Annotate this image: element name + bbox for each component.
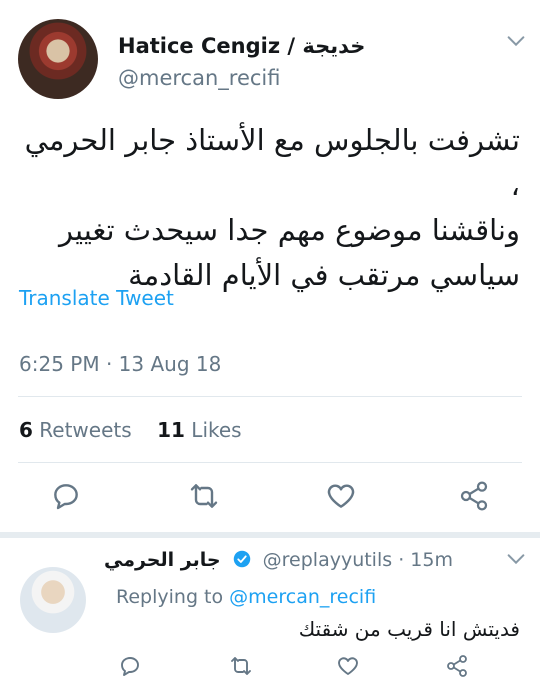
dot-separator: ·: [398, 549, 411, 571]
reply-handle[interactable]: @replayyutils: [263, 549, 393, 571]
heart-icon[interactable]: [336, 654, 360, 678]
reply-actions: [0, 654, 540, 686]
display-name[interactable]: Hatice Cengiz / خديجة: [118, 34, 365, 62]
retweets-count[interactable]: 6: [19, 418, 33, 442]
avatar[interactable]: [20, 567, 86, 633]
reply-age: 15m: [410, 549, 453, 571]
divider: [18, 396, 522, 397]
tweet-text: تشرفت بالجلوس مع الأستاذ جابر الحرمي ، و…: [20, 118, 520, 298]
retweet-icon[interactable]: [188, 480, 220, 512]
retweet-icon[interactable]: [229, 654, 253, 678]
chevron-down-icon[interactable]: [505, 30, 527, 52]
reply-display-name[interactable]: جابر الحرمي: [104, 549, 221, 571]
chevron-down-icon[interactable]: [505, 548, 527, 570]
avatar[interactable]: [18, 19, 98, 99]
retweets-label[interactable]: Retweets: [39, 418, 131, 442]
divider: [18, 462, 522, 463]
tweet-actions: [0, 480, 540, 516]
share-icon[interactable]: [445, 654, 469, 678]
timestamp[interactable]: 6:25 PM · 13 Aug 18: [19, 352, 221, 376]
reply-text: فديتش انا قريب من شقتك: [298, 617, 520, 641]
replying-to: Replying to @mercan_recifi: [116, 586, 376, 608]
share-icon[interactable]: [458, 480, 490, 512]
reply-tweet[interactable]: جابر الحرمي @replayyutils · 15m Replying…: [0, 538, 540, 694]
likes-label[interactable]: Likes: [191, 418, 241, 442]
reply-icon[interactable]: [118, 654, 142, 678]
verified-badge-icon: [233, 550, 251, 568]
handle[interactable]: @mercan_recifi: [118, 66, 280, 90]
replying-to-handle[interactable]: @mercan_recifi: [229, 586, 376, 608]
main-tweet: Hatice Cengiz / خديجة @mercan_recifi تشر…: [0, 0, 540, 532]
tweet-text-line: وناقشنا موضوع مهم جدا سيحدث تغيير: [58, 213, 520, 247]
reply-icon[interactable]: [50, 480, 82, 512]
tweet-text-line: تشرفت بالجلوس مع الأستاذ جابر الحرمي ،: [24, 123, 520, 202]
engagement-stats: 6 Retweets 11 Likes: [19, 418, 242, 442]
reply-header: جابر الحرمي @replayyutils · 15m: [104, 549, 453, 571]
likes-count[interactable]: 11: [157, 418, 185, 442]
replying-to-label: Replying to: [116, 586, 224, 608]
translate-tweet-link[interactable]: Translate Tweet: [19, 286, 174, 310]
heart-icon[interactable]: [325, 480, 357, 512]
